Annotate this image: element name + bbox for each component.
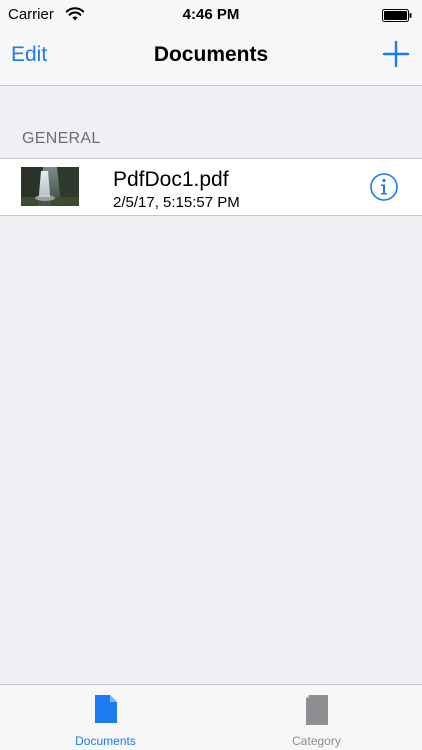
clock: 4:46 PM [182,6,240,23]
category-icon [305,695,328,725]
plus-icon[interactable] [382,40,410,68]
document-icon-wrap [0,694,211,726]
tab-bar: Documents Category [0,684,422,750]
document-list: PdfDoc1.pdf 2/5/17, 5:15:57 PM [0,158,422,216]
document-date: 2/5/17, 5:15:57 PM [113,194,240,211]
status-bar: Carrier 4:46 PM [0,0,422,30]
battery-icon [382,9,412,22]
tab-documents-label: Documents [75,734,136,748]
page-title: Documents [153,43,269,66]
list-item[interactable]: PdfDoc1.pdf 2/5/17, 5:15:57 PM [0,159,422,215]
waterfall-thumbnail [21,167,79,206]
navigation-bar: Edit Documents [0,30,422,86]
screen: Carrier 4:46 PM Edit Documents GENERAL P… [0,0,422,750]
tab-category[interactable]: Category [211,685,422,750]
section-header: GENERAL [22,130,101,147]
tab-category-label: Category [292,734,341,748]
info-icon[interactable] [369,172,399,202]
tab-documents[interactable]: Documents [0,685,211,750]
category-icon-wrap [211,694,422,726]
document-icon [94,695,117,723]
document-name: PdfDoc1.pdf [113,168,229,191]
